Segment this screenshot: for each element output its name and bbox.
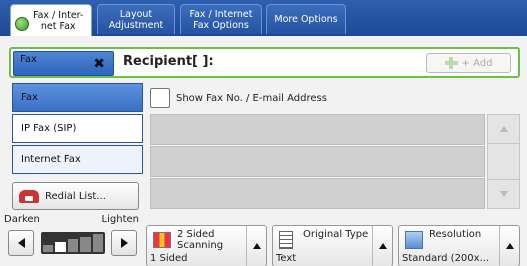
chevron-up-icon <box>378 243 387 249</box>
scroll-up-button[interactable] <box>487 114 520 144</box>
fax-type-dropdown: Fax IP Fax (SIP) Internet Fax <box>12 83 143 176</box>
arrow-right-icon <box>120 238 128 248</box>
list-item[interactable] <box>150 146 485 177</box>
darken-button[interactable] <box>8 230 34 256</box>
menu-item-ip-fax[interactable]: IP Fax (SIP) <box>12 114 143 143</box>
original-type-button[interactable]: Original Type Text <box>272 225 393 266</box>
show-fax-checkbox[interactable] <box>150 88 170 108</box>
plus-icon <box>444 57 458 69</box>
level-segment <box>67 239 79 252</box>
resolution-icon <box>405 231 423 249</box>
tab-label: More Options <box>274 14 338 25</box>
show-fax-label: Show Fax No. / E-mail Address <box>176 92 327 104</box>
chevron-up-icon <box>252 243 261 249</box>
fax-type-button[interactable]: Fax ✖ <box>13 51 114 76</box>
tab-fax-internet-fax[interactable]: Fax / Inter- net Fax <box>10 4 92 37</box>
tab-layout-adjustment[interactable]: Layout Adjustment <box>97 4 175 34</box>
feature-value: Text <box>276 253 297 264</box>
level-segment <box>43 244 54 252</box>
darkness-control: Darken Lighten <box>4 214 141 264</box>
lighten-button[interactable] <box>111 230 137 256</box>
add-label: + Add <box>461 57 493 69</box>
two-sided-scanning-button[interactable]: 2 Sided Scanning 1 Sided <box>146 225 267 266</box>
scroll-up-button[interactable] <box>372 226 392 266</box>
redial-list-button[interactable]: Redial List... <box>12 182 139 210</box>
feature-title: Resolution <box>429 229 482 240</box>
fax-type-label: Fax <box>20 54 37 65</box>
level-segment <box>80 236 91 252</box>
tab-fax-internet-fax-options[interactable]: Fax / Internet Fax Options <box>180 4 262 34</box>
recipient-label: Recipient[ ]: <box>123 54 214 69</box>
feature-value: 1 Sided <box>150 253 188 264</box>
feature-value: Standard (200x... <box>402 253 490 264</box>
menu-item-internet-fax[interactable]: Internet Fax <box>12 145 143 174</box>
document-icon <box>279 231 293 249</box>
scroll-up-button[interactable] <box>246 226 266 266</box>
tab-label: Fax / Internet Fax Options <box>189 8 253 31</box>
scroll-track <box>487 144 520 179</box>
main-panel: Fax ✖ Recipient[ ]: + Add Fax IP Fax (SI… <box>0 36 527 266</box>
tab-label: Layout Adjustment <box>108 8 164 31</box>
scroll-down-button[interactable] <box>487 179 520 209</box>
fax-status-icon <box>15 17 29 31</box>
chevron-up-icon <box>499 126 508 132</box>
tab-bar: Fax / Inter- net Fax Layout Adjustment F… <box>0 0 527 37</box>
tab-more-options[interactable]: More Options <box>266 4 346 34</box>
arrow-left-icon <box>17 238 25 248</box>
list-item[interactable] <box>150 114 485 145</box>
feature-title: 2 Sided Scanning <box>177 229 224 251</box>
phone-icon <box>19 189 39 203</box>
resolution-button[interactable]: Resolution Standard (200x... <box>398 225 520 266</box>
show-fax-number-toggle[interactable]: Show Fax No. / E-mail Address <box>150 86 485 110</box>
tab-label: Fax / Inter- net Fax <box>33 10 84 32</box>
level-segment <box>55 242 66 252</box>
scroll-up-button[interactable] <box>499 226 519 266</box>
feature-title: Original Type <box>303 229 369 240</box>
duplex-icon <box>153 232 171 248</box>
list-item[interactable] <box>150 178 485 209</box>
lighten-label: Lighten <box>101 214 139 225</box>
chevron-down-icon <box>499 191 508 197</box>
darkness-level-bar <box>41 232 105 254</box>
chevron-up-icon <box>505 243 514 249</box>
close-icon[interactable]: ✖ <box>93 56 105 72</box>
menu-item-fax[interactable]: Fax <box>12 83 143 112</box>
add-button[interactable]: + Add <box>426 53 511 73</box>
level-segment <box>92 234 104 252</box>
redial-label: Redial List... <box>45 190 106 202</box>
darken-label: Darken <box>4 214 40 225</box>
recipient-bar: Fax ✖ Recipient[ ]: + Add <box>9 47 520 78</box>
